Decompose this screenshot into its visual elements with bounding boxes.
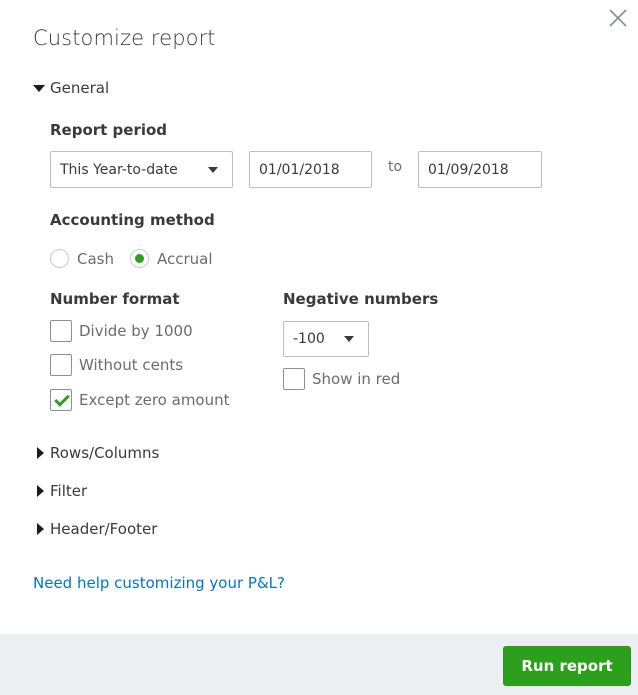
- start-date-value: 01/01/2018: [259, 161, 340, 178]
- section-header-footer-toggle[interactable]: Header/Footer: [33, 520, 157, 538]
- divide-by-1000-option[interactable]: Divide by 1000: [50, 320, 193, 342]
- dialog-title: Customize report: [33, 26, 216, 50]
- caret-down-icon: [33, 84, 45, 92]
- show-in-red-option[interactable]: Show in red: [283, 368, 400, 390]
- negative-numbers-label: Negative numbers: [283, 290, 439, 308]
- run-report-button[interactable]: Run report: [503, 646, 631, 686]
- report-period-select[interactable]: This Year-to-date: [50, 151, 233, 188]
- section-filter-label: Filter: [50, 482, 88, 500]
- close-button[interactable]: [607, 7, 629, 29]
- section-general-toggle[interactable]: General: [33, 79, 109, 97]
- accounting-method-group: Cash Accrual: [50, 249, 213, 268]
- customize-report-dialog: Customize report General Report period T…: [0, 0, 638, 634]
- show-in-red-checkbox[interactable]: [283, 368, 305, 390]
- report-period-value: This Year-to-date: [60, 161, 178, 178]
- end-date-value: 01/09/2018: [428, 161, 509, 178]
- negative-numbers-select[interactable]: -100: [283, 321, 369, 357]
- date-range-to-label: to: [388, 159, 403, 175]
- help-link[interactable]: Need help customizing your P&L?: [33, 574, 285, 592]
- number-format-label: Number format: [50, 290, 180, 308]
- without-cents-option[interactable]: Without cents: [50, 354, 183, 376]
- close-icon: [609, 9, 627, 27]
- caret-right-icon: [37, 447, 44, 459]
- accrual-radio[interactable]: [130, 249, 149, 268]
- section-header-footer-label: Header/Footer: [50, 520, 158, 538]
- except-zero-amount-label[interactable]: Except zero amount: [79, 391, 230, 409]
- end-date-input[interactable]: 01/09/2018: [418, 151, 542, 188]
- section-filter-toggle[interactable]: Filter: [33, 482, 87, 500]
- except-zero-amount-checkbox[interactable]: [50, 389, 72, 411]
- section-rows-columns-label: Rows/Columns: [50, 444, 160, 462]
- show-in-red-label[interactable]: Show in red: [312, 370, 400, 388]
- start-date-input[interactable]: 01/01/2018: [249, 151, 372, 188]
- accrual-label[interactable]: Accrual: [157, 250, 213, 268]
- cash-radio[interactable]: [50, 249, 69, 268]
- cash-label[interactable]: Cash: [77, 250, 114, 268]
- section-general-label: General: [50, 79, 110, 97]
- divide-by-1000-label[interactable]: Divide by 1000: [79, 322, 193, 340]
- caret-right-icon: [37, 523, 44, 535]
- caret-right-icon: [37, 485, 44, 497]
- section-rows-columns-toggle[interactable]: Rows/Columns: [33, 444, 159, 462]
- without-cents-checkbox[interactable]: [50, 354, 72, 376]
- without-cents-label[interactable]: Without cents: [79, 356, 183, 374]
- divide-by-1000-checkbox[interactable]: [50, 320, 72, 342]
- accounting-method-label: Accounting method: [50, 211, 215, 229]
- chevron-down-icon: [208, 166, 218, 173]
- report-period-label: Report period: [50, 121, 168, 139]
- negative-numbers-value: -100: [293, 331, 325, 347]
- except-zero-amount-option[interactable]: Except zero amount: [50, 389, 230, 411]
- chevron-down-icon: [344, 336, 354, 342]
